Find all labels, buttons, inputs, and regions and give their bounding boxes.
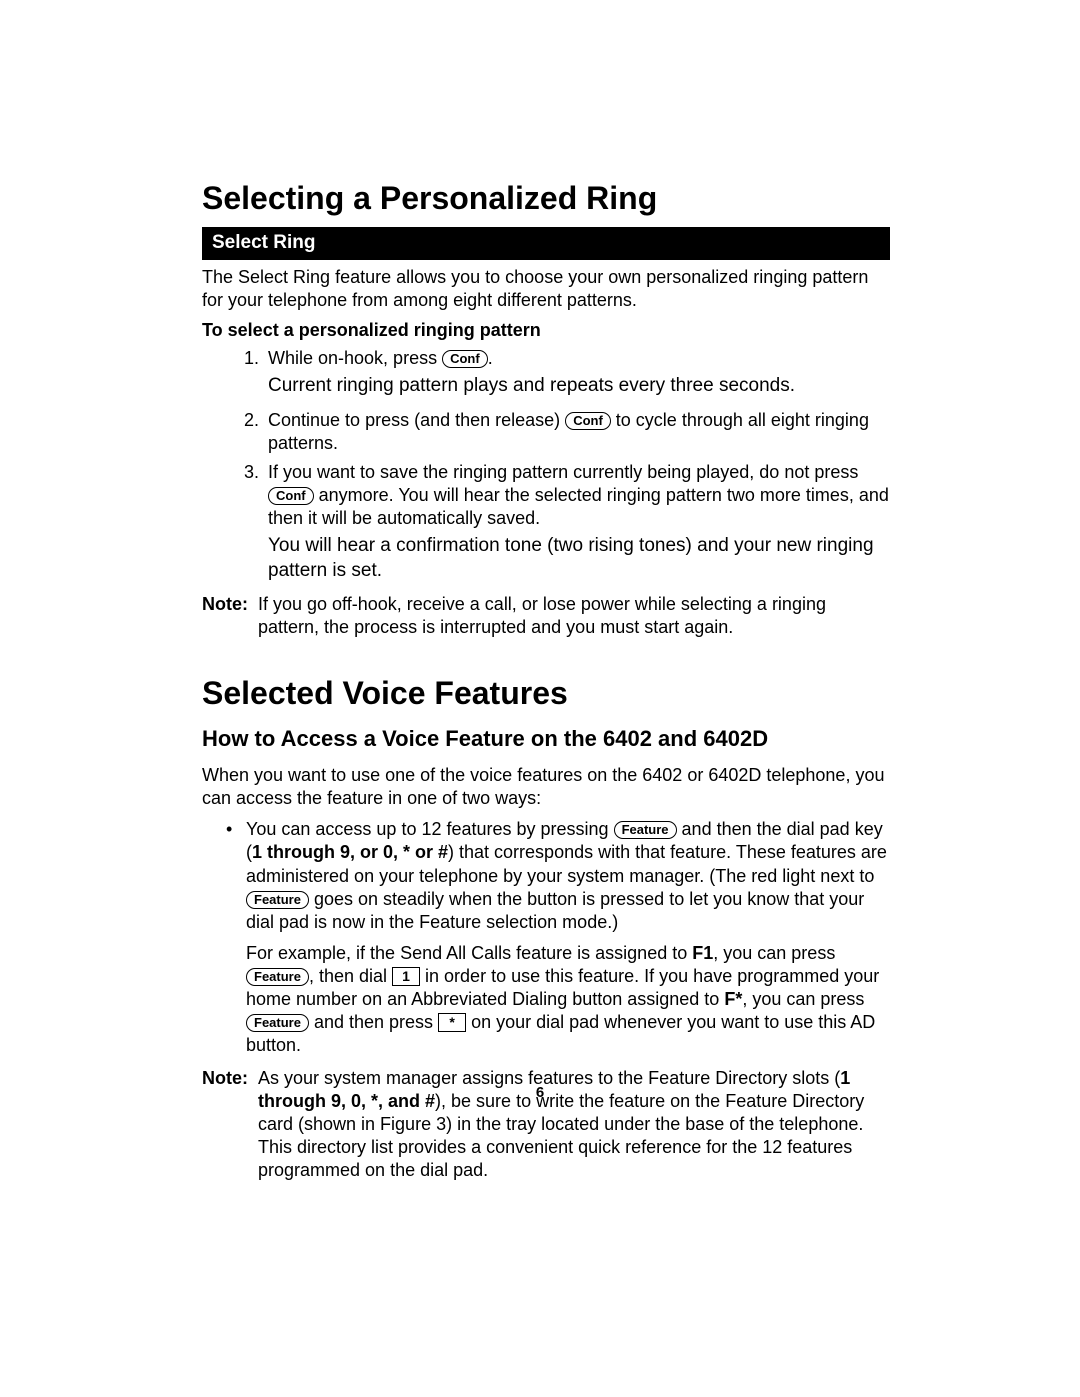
conf-button-icon: Conf xyxy=(442,350,488,368)
feature-bullets: You can access up to 12 features by pres… xyxy=(202,818,890,1056)
section-heading-voice-features: Selected Voice Features xyxy=(202,675,890,712)
step-text: Continue to press (and then release) xyxy=(268,410,565,430)
step-2: Continue to press (and then release) Con… xyxy=(264,409,890,455)
section-bar-select-ring: Select Ring xyxy=(202,227,890,260)
bullet-text: For example, if the Send All Calls featu… xyxy=(246,943,692,963)
step-result: You will hear a confirmation tone (two r… xyxy=(268,534,890,583)
page-number: 6 xyxy=(0,1084,1080,1101)
subsection-heading-access: How to Access a Voice Feature on the 640… xyxy=(202,726,890,752)
step-text: While on-hook, press xyxy=(268,348,442,368)
bullet-item: You can access up to 12 features by pres… xyxy=(242,818,890,1056)
bullet-bold: F1 xyxy=(692,943,713,963)
step-1: While on-hook, press Conf. Current ringi… xyxy=(264,347,890,399)
step-3: If you want to save the ringing pattern … xyxy=(264,461,890,583)
bullet-bold: 1 through 9, or 0, * or # xyxy=(252,842,448,862)
step-result: Current ringing pattern plays and repeat… xyxy=(268,374,890,399)
feature-button-icon: Feature xyxy=(246,891,309,909)
bullet-text: and then press xyxy=(309,1012,438,1032)
intro-paragraph-2: When you want to use one of the voice fe… xyxy=(202,764,890,810)
conf-button-icon: Conf xyxy=(565,412,611,430)
procedure-steps: While on-hook, press Conf. Current ringi… xyxy=(202,347,890,583)
dialpad-key-1-icon: 1 xyxy=(392,967,420,986)
bullet-text: , you can press xyxy=(713,943,835,963)
intro-paragraph: The Select Ring feature allows you to ch… xyxy=(202,266,890,312)
note-label: Note: xyxy=(202,593,258,639)
bullet-bold: F* xyxy=(724,989,742,1009)
feature-button-icon: Feature xyxy=(246,968,309,986)
bullet-text: You can access up to 12 features by pres… xyxy=(246,819,614,839)
bullet-text: goes on steadily when the button is pres… xyxy=(246,889,864,932)
procedure-title: To select a personalized ringing pattern xyxy=(202,320,890,341)
conf-button-icon: Conf xyxy=(268,487,314,505)
feature-button-icon: Feature xyxy=(246,1014,309,1032)
bullet-text: , you can press xyxy=(742,989,864,1009)
dialpad-key-star-icon: * xyxy=(438,1013,466,1032)
step-text: . xyxy=(488,348,493,368)
note-block: Note: If you go off-hook, receive a call… xyxy=(202,593,890,639)
bullet-text: , then dial xyxy=(309,966,392,986)
document-page: Selecting a Personalized Ring Select Rin… xyxy=(0,0,1080,1397)
feature-button-icon: Feature xyxy=(614,821,677,839)
note-body: If you go off-hook, receive a call, or l… xyxy=(258,593,890,639)
step-text: anymore. You will hear the selected ring… xyxy=(268,485,889,528)
section-heading-select-ring: Selecting a Personalized Ring xyxy=(202,180,890,217)
step-text: If you want to save the ringing pattern … xyxy=(268,462,858,482)
